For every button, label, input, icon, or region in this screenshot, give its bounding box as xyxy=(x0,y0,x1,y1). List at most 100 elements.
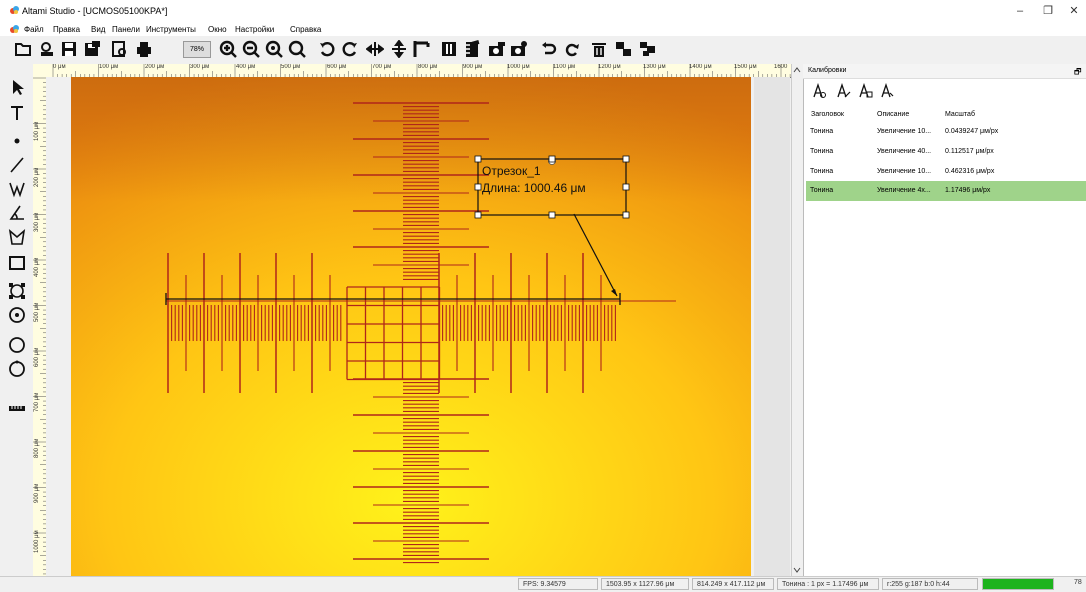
calibration-row-selected[interactable]: Тонина Увеличение 4х... 1.17496 μм/px xyxy=(806,181,1086,201)
measurement-name: Отрезок_1 xyxy=(482,164,541,178)
leader-arrow-head xyxy=(611,289,617,296)
flip-vertical-icon[interactable] xyxy=(390,40,408,58)
h-ruler-label: 300 μм xyxy=(190,64,210,70)
column-header-description[interactable]: Описание xyxy=(877,111,909,118)
angle-icon[interactable] xyxy=(8,204,26,222)
h-ruler-label: 1400 μм xyxy=(689,64,712,70)
zoom-reset-icon[interactable] xyxy=(288,40,306,58)
calibration-row[interactable]: Тонина Увеличение 10... 0.0439247 μм/px xyxy=(806,123,1086,141)
menu-file[interactable]: Файл xyxy=(24,25,44,34)
minimize-button[interactable]: – xyxy=(1010,4,1030,18)
rotate-right-icon[interactable] xyxy=(341,40,359,58)
scroll-up-icon[interactable] xyxy=(793,66,801,74)
status-pixel-color: r:255 g:187 b:0 h:44 xyxy=(882,578,978,590)
column-header-title[interactable]: Заголовок xyxy=(811,111,844,118)
v-ruler-label: 700 μм xyxy=(34,392,40,412)
open-with-search-icon[interactable] xyxy=(38,40,56,58)
point-icon[interactable] xyxy=(8,132,26,150)
h-ruler-label: 600 μм xyxy=(327,64,347,70)
v-ruler-label: 800 μм xyxy=(34,438,40,458)
panel-pin-icon[interactable]: 🗗 xyxy=(1074,66,1082,80)
h-ruler-label: 1600 xyxy=(774,64,788,70)
camera-icon[interactable] xyxy=(488,40,506,58)
film-icon[interactable] xyxy=(463,40,481,58)
menu-help[interactable]: Справка xyxy=(290,25,321,34)
menu-settings[interactable]: Настройки xyxy=(235,25,274,34)
menu-view[interactable]: Вид xyxy=(91,25,105,34)
calibration-description: Увеличение 10... xyxy=(877,168,932,175)
circle-icon[interactable] xyxy=(8,336,26,354)
print-icon[interactable] xyxy=(135,40,153,58)
save-icon[interactable] xyxy=(60,40,78,58)
print-preview-icon[interactable] xyxy=(110,40,128,58)
measurement-length: Длина: 1000.46 μм xyxy=(482,181,586,195)
restore-button[interactable]: ❐ xyxy=(1038,4,1058,18)
redo-icon[interactable] xyxy=(563,40,581,58)
h-ruler-label: 900 μм xyxy=(463,64,483,70)
calibration-scale: 0.462316 μм/px xyxy=(945,168,995,175)
zoom-level-field[interactable]: 78% xyxy=(183,41,211,58)
paste-layers-icon[interactable] xyxy=(639,40,657,58)
status-cursor-position: 814.249 x 417.112 μм xyxy=(692,578,774,590)
h-ruler-label: 100 μм xyxy=(99,64,119,70)
label-leader-line xyxy=(573,213,618,297)
image-canvas[interactable]: Отрезок_1 Длина: 1000.46 μм xyxy=(46,77,790,576)
column-header-scale[interactable]: Масштаб xyxy=(945,111,975,118)
delete-calibration-icon[interactable] xyxy=(879,83,895,99)
calibration-title: Тонина xyxy=(810,128,834,135)
window-title: Altami Studio - [UCMOS05100KPA*] xyxy=(22,6,168,16)
crop-icon[interactable] xyxy=(412,40,430,58)
add-calibration-icon[interactable] xyxy=(811,83,827,99)
vertical-ruler: 100 μм 200 μм 300 μм 400 μм 500 μм 600 μ… xyxy=(33,77,47,576)
measurement-overlay[interactable] xyxy=(46,77,790,576)
copy-calibration-icon[interactable] xyxy=(857,83,873,99)
calibration-title: Тонина xyxy=(810,148,834,155)
calibration-description: Увеличение 10... xyxy=(877,128,932,135)
circle-center-icon[interactable] xyxy=(8,306,26,324)
canvas-margin xyxy=(754,77,790,576)
calibration-title: Тонина xyxy=(810,187,834,194)
v-ruler-label: 1000 μм xyxy=(34,530,40,553)
menu-tools[interactable]: Инструменты xyxy=(146,25,196,34)
edit-calibration-icon[interactable] xyxy=(835,83,851,99)
close-button[interactable]: ✕ xyxy=(1064,4,1084,18)
flip-horizontal-icon[interactable] xyxy=(366,40,384,58)
text-icon[interactable] xyxy=(8,104,26,122)
v-ruler-label: 400 μм xyxy=(34,257,40,277)
zoom-fit-icon[interactable] xyxy=(265,40,283,58)
copy-layers-icon[interactable] xyxy=(615,40,633,58)
ellipse-select-icon[interactable] xyxy=(8,282,26,300)
status-trailing: 78 xyxy=(1074,579,1082,586)
calibration-row[interactable]: Тонина Увеличение 40... 0.112517 μм/px xyxy=(806,143,1086,161)
calibration-scale: 1.17496 μм/px xyxy=(945,187,991,194)
menu-edit[interactable]: Правка xyxy=(53,25,80,34)
delete-icon[interactable] xyxy=(590,40,608,58)
v-ruler-label: 600 μм xyxy=(34,347,40,367)
h-ruler-label: 1100 μм xyxy=(553,64,576,70)
h-ruler-label: 1000 μм xyxy=(507,64,530,70)
camera-settings-icon[interactable] xyxy=(510,40,528,58)
save-as-icon[interactable] xyxy=(83,40,101,58)
calibration-row[interactable]: Тонина Увеличение 10... 0.462316 μм/px xyxy=(806,163,1086,181)
v-ruler-label: 500 μм xyxy=(34,302,40,322)
polyline-icon[interactable] xyxy=(8,180,26,198)
app-logo-icon xyxy=(10,6,19,14)
rotate-left-icon[interactable] xyxy=(318,40,336,58)
zoom-out-icon[interactable] xyxy=(242,40,260,58)
scale-bar-icon[interactable] xyxy=(8,400,26,418)
undo-icon[interactable] xyxy=(540,40,558,58)
open-folder-icon[interactable] xyxy=(14,40,32,58)
rectangle-icon[interactable] xyxy=(8,254,26,272)
pointer-icon[interactable] xyxy=(8,78,26,96)
line-icon[interactable] xyxy=(8,156,26,174)
menu-window[interactable]: Окно xyxy=(208,25,227,34)
circle-3pt-icon[interactable] xyxy=(8,360,26,378)
scroll-down-icon[interactable] xyxy=(793,566,801,574)
calibration-description: Увеличение 40... xyxy=(877,148,932,155)
horizontal-ruler: 0 μм 100 μм 200 μм 300 μм 400 μм 500 μм … xyxy=(33,64,793,78)
polygon-icon[interactable] xyxy=(8,228,26,246)
v-ruler-label: 200 μм xyxy=(34,167,40,187)
live-view-icon[interactable] xyxy=(440,40,458,58)
zoom-in-icon[interactable] xyxy=(219,40,237,58)
menu-panels[interactable]: Панели xyxy=(112,25,140,34)
